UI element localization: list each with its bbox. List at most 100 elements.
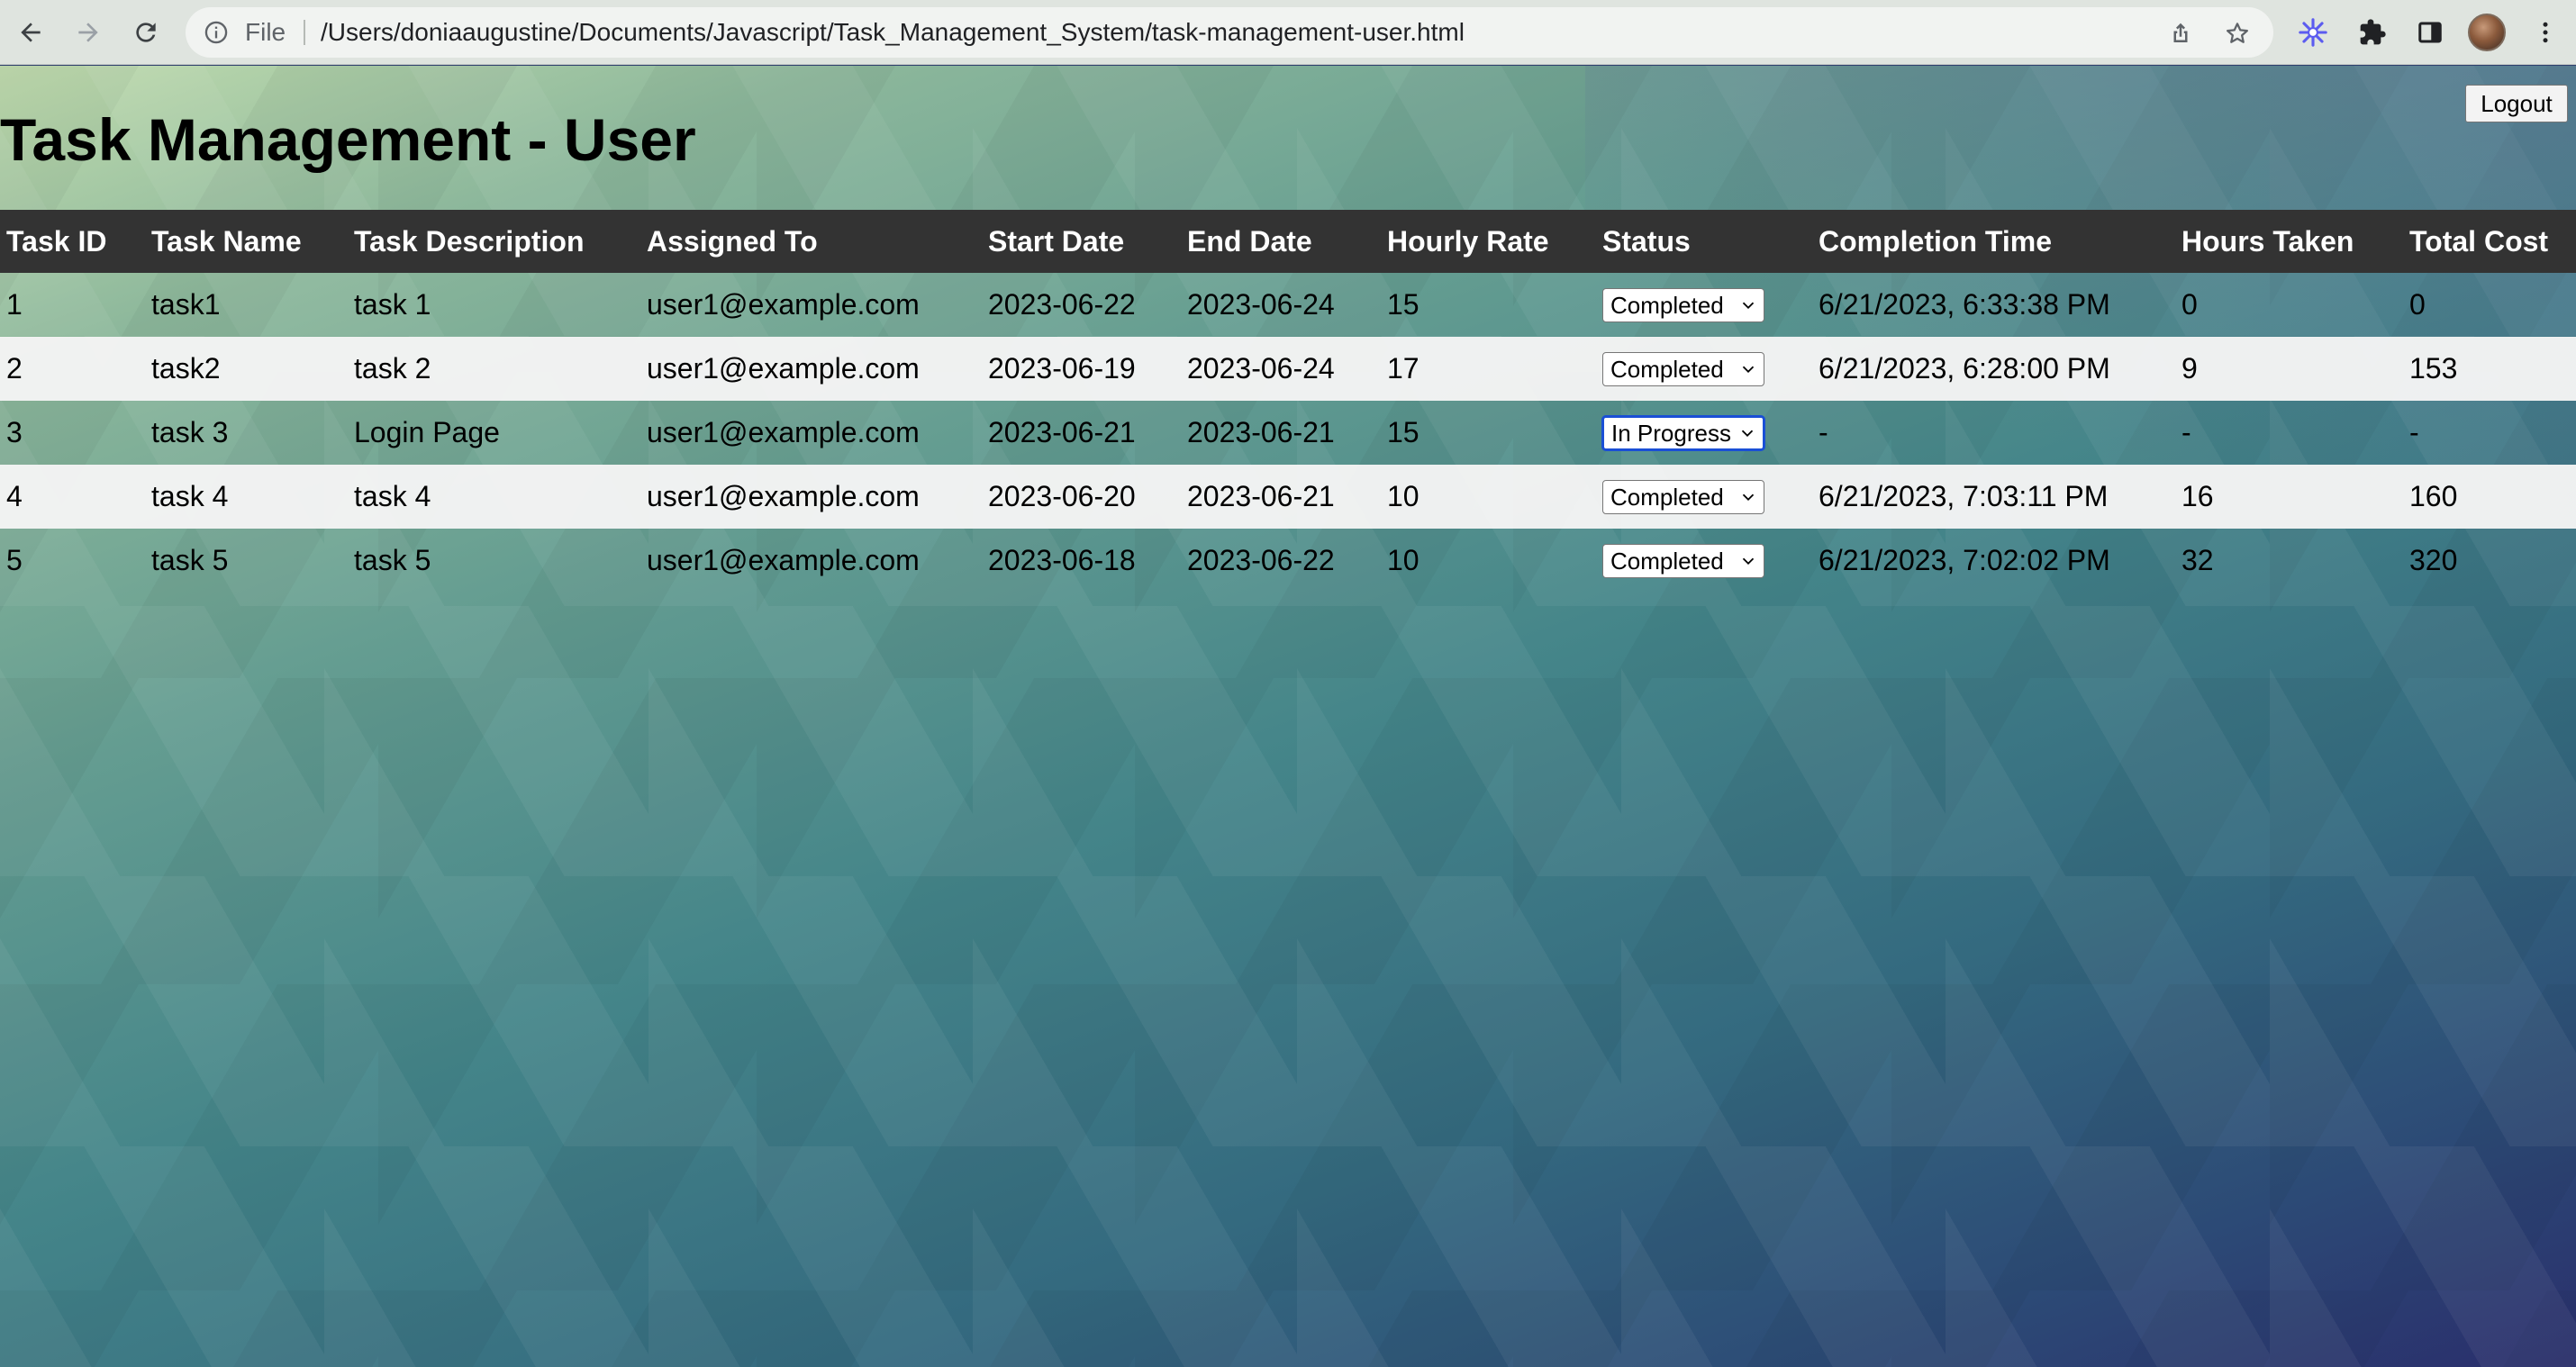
table-row: 3 task 3 Login Page user1@example.com 20… — [0, 401, 2576, 465]
task-name: task 4 — [151, 480, 229, 512]
completion-time: - — [1819, 416, 1828, 448]
task-id: 4 — [6, 480, 23, 512]
status-select[interactable]: Completed — [1602, 288, 1764, 323]
profile-avatar[interactable] — [2468, 14, 2506, 51]
status-cell: In Progress — [1596, 401, 1812, 465]
hours-taken: 0 — [2181, 288, 2198, 321]
task-name: task2 — [151, 352, 221, 385]
chevron-down-icon — [1742, 557, 1755, 566]
file-scheme-label: File — [245, 18, 286, 46]
total-cost: 160 — [2409, 480, 2458, 512]
page-title: Task Management - User — [0, 106, 696, 173]
total-cost: 0 — [2409, 288, 2426, 321]
hours-taken: 32 — [2181, 544, 2214, 576]
status-cell: Completed — [1596, 529, 1812, 593]
completion-time: 6/21/2023, 6:33:38 PM — [1819, 288, 2110, 321]
start-date: 2023-06-20 — [988, 480, 1136, 512]
end-date: 2023-06-21 — [1187, 480, 1335, 512]
completion-time: 6/21/2023, 7:02:02 PM — [1819, 544, 2110, 576]
column-header: Total Cost — [2409, 224, 2549, 258]
status-value: Completed — [1610, 547, 1724, 575]
start-date: 2023-06-18 — [988, 544, 1136, 576]
start-date: 2023-06-19 — [988, 352, 1136, 385]
status-select[interactable]: Completed — [1602, 480, 1764, 515]
task-name: task 3 — [151, 416, 229, 448]
completion-time: 6/21/2023, 7:03:11 PM — [1819, 480, 2109, 512]
column-header: Assigned To — [647, 224, 818, 258]
table-row: 4 task 4 task 4 user1@example.com 2023-0… — [0, 465, 2576, 529]
browser-toolbar: File /Users/doniaaugustine/Documents/Jav… — [0, 0, 2576, 65]
sidepanel-icon[interactable] — [2414, 16, 2446, 49]
status-select[interactable]: In Progress — [1602, 416, 1764, 451]
status-value: In Progress — [1611, 419, 1731, 447]
completion-time: 6/21/2023, 6:28:00 PM — [1819, 352, 2110, 385]
total-cost: 320 — [2409, 544, 2458, 576]
back-icon[interactable] — [11, 13, 50, 52]
column-header: Task Name — [151, 224, 302, 258]
task-description: Login Page — [354, 416, 500, 448]
menu-icon[interactable] — [2529, 16, 2562, 49]
status-select[interactable]: Completed — [1602, 544, 1764, 579]
chevron-down-icon — [1741, 430, 1754, 438]
hours-taken: - — [2181, 416, 2191, 448]
hours-taken: 16 — [2181, 480, 2214, 512]
reload-icon[interactable] — [126, 13, 166, 52]
column-header: Task Description — [354, 224, 585, 258]
column-header: Start Date — [988, 224, 1125, 258]
column-header: Status — [1602, 224, 1691, 258]
table-header-row: Task ID Task Name Task Description Assig… — [0, 210, 2576, 273]
extension-snowflake-icon[interactable] — [2297, 16, 2329, 49]
url-text[interactable]: /Users/doniaaugustine/Documents/Javascri… — [321, 20, 1465, 45]
hours-taken: 9 — [2181, 352, 2198, 385]
total-cost: - — [2409, 416, 2419, 448]
hourly-rate: 15 — [1387, 416, 1420, 448]
info-icon[interactable] — [204, 20, 229, 45]
assigned-to: user1@example.com — [647, 288, 920, 321]
logout-button[interactable]: Logout — [2465, 85, 2568, 122]
star-icon[interactable] — [2224, 20, 2251, 47]
status-select[interactable]: Completed — [1602, 352, 1764, 387]
end-date: 2023-06-24 — [1187, 352, 1335, 385]
chevron-down-icon — [1742, 302, 1755, 310]
share-icon[interactable] — [2167, 20, 2194, 47]
task-name: task 5 — [151, 544, 229, 576]
start-date: 2023-06-21 — [988, 416, 1136, 448]
start-date: 2023-06-22 — [988, 288, 1136, 321]
puzzle-icon[interactable] — [2356, 16, 2389, 49]
column-header: Task ID — [6, 224, 107, 258]
task-description: task 5 — [354, 544, 431, 576]
status-value: Completed — [1610, 291, 1724, 319]
address-separator — [304, 20, 305, 45]
assigned-to: user1@example.com — [647, 352, 920, 385]
column-header: Completion Time — [1819, 224, 2052, 258]
column-header: Hours Taken — [2181, 224, 2354, 258]
task-description: task 4 — [354, 480, 431, 512]
hourly-rate: 17 — [1387, 352, 1420, 385]
address-bar[interactable]: File /Users/doniaaugustine/Documents/Jav… — [186, 7, 2273, 58]
forward-icon[interactable] — [68, 13, 108, 52]
assigned-to: user1@example.com — [647, 416, 920, 448]
status-cell: Completed — [1596, 273, 1812, 337]
hourly-rate: 10 — [1387, 480, 1420, 512]
total-cost: 153 — [2409, 352, 2458, 385]
task-id: 2 — [6, 352, 23, 385]
hourly-rate: 10 — [1387, 544, 1420, 576]
chevron-down-icon — [1742, 493, 1755, 502]
end-date: 2023-06-22 — [1187, 544, 1335, 576]
status-cell: Completed — [1596, 465, 1812, 529]
task-table: Task ID Task Name Task Description Assig… — [0, 210, 2576, 593]
status-value: Completed — [1610, 355, 1724, 383]
task-name: task1 — [151, 288, 221, 321]
status-cell: Completed — [1596, 337, 1812, 401]
column-header: End Date — [1187, 224, 1312, 258]
task-description: task 2 — [354, 352, 431, 385]
table-row: 1 task1 task 1 user1@example.com 2023-06… — [0, 273, 2576, 337]
table-row: 2 task2 task 2 user1@example.com 2023-06… — [0, 337, 2576, 401]
task-id: 3 — [6, 416, 23, 448]
page-content: Task Management - User Logout Task ID Ta… — [0, 66, 2576, 1367]
assigned-to: user1@example.com — [647, 544, 920, 576]
task-id: 1 — [6, 288, 23, 321]
table-row: 5 task 5 task 5 user1@example.com 2023-0… — [0, 529, 2576, 593]
status-value: Completed — [1610, 483, 1724, 511]
hourly-rate: 15 — [1387, 288, 1420, 321]
